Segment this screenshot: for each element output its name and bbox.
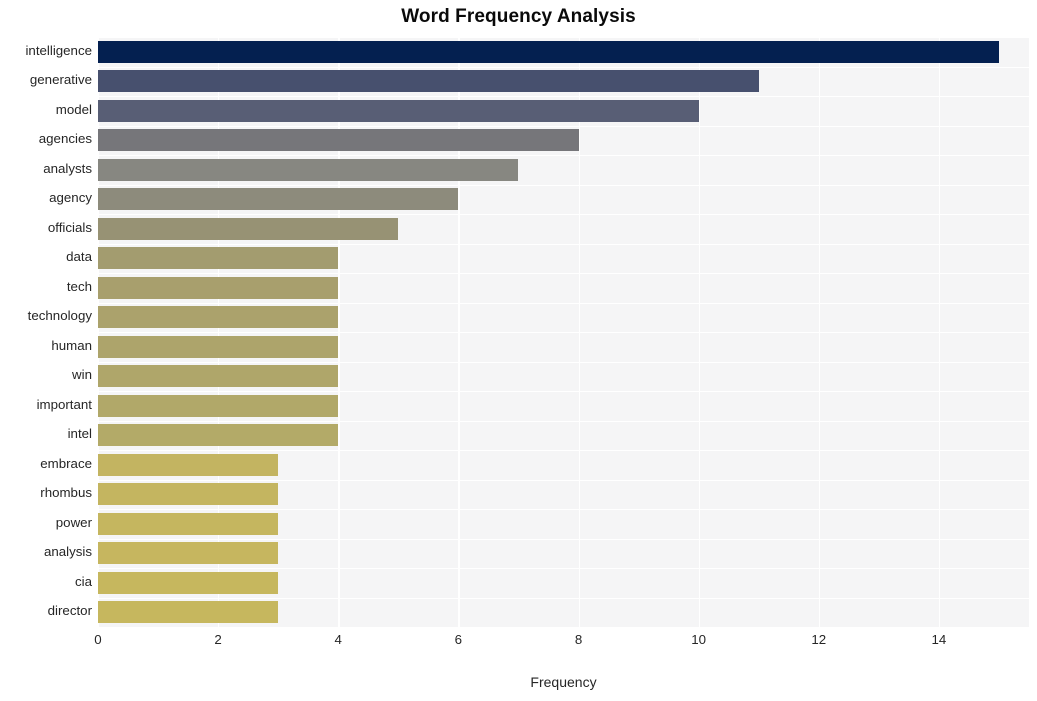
y-tick-label: tech	[66, 278, 92, 294]
bar	[98, 453, 279, 476]
bar	[98, 306, 339, 329]
x-tick-label: 0	[94, 632, 102, 647]
bar	[98, 571, 279, 594]
gridline-horizontal	[98, 66, 1029, 68]
x-axis-label: Frequency	[530, 674, 597, 690]
plot-area	[98, 37, 1029, 627]
y-tick-label: officials	[47, 219, 92, 235]
y-tick-label: rhombus	[40, 485, 92, 501]
bar	[98, 188, 459, 211]
y-tick-label: agency	[49, 190, 92, 206]
y-axis-tick-labels: intelligence generative model agencies analy…	[0, 37, 92, 627]
y-tick-label: data	[66, 249, 92, 265]
bar	[98, 394, 339, 417]
gridline-horizontal	[98, 568, 1029, 570]
bar	[98, 276, 339, 299]
y-tick-label: analysts	[43, 160, 92, 176]
gridline-horizontal	[98, 479, 1029, 481]
bar	[98, 40, 999, 63]
x-tick-label: 14	[931, 632, 947, 647]
bar	[98, 542, 279, 565]
x-axis-tick-labels: 0 2 4 6 8 10 12 14	[94, 627, 1029, 657]
y-tick-label: intel	[67, 426, 92, 442]
y-tick-label: embrace	[40, 455, 92, 471]
gridline-horizontal	[98, 597, 1029, 599]
gridline-horizontal	[98, 332, 1029, 334]
gridline-horizontal	[98, 243, 1029, 245]
y-tick-label: power	[55, 514, 92, 530]
gridline-horizontal	[98, 361, 1029, 363]
gridline-horizontal	[98, 214, 1029, 216]
y-tick-label: agencies	[38, 131, 92, 147]
gridline-horizontal	[98, 509, 1029, 511]
y-tick-label: model	[55, 101, 92, 117]
bar	[98, 601, 279, 624]
y-tick-label: generative	[29, 72, 92, 88]
gridline-horizontal	[98, 538, 1029, 540]
gridline-horizontal	[98, 37, 1029, 39]
y-tick-label: analysis	[43, 544, 92, 560]
gridline-horizontal	[98, 96, 1029, 98]
x-tick-label: 8	[574, 632, 583, 647]
gridline-horizontal	[98, 155, 1029, 157]
bar	[98, 70, 759, 93]
gridline-horizontal	[98, 391, 1029, 393]
x-tick-label: 4	[334, 632, 342, 647]
page-title: Word Frequency Analysis	[401, 6, 636, 27]
bar	[98, 129, 579, 152]
y-tick-label: important	[36, 396, 92, 412]
gridline-horizontal	[98, 273, 1029, 275]
bar	[98, 483, 279, 506]
chart-figure: Word Frequency Analysis intelligence gene…	[0, 0, 1037, 701]
bar	[98, 512, 279, 535]
bar	[98, 424, 339, 447]
y-tick-label: technology	[27, 308, 92, 324]
bar	[98, 335, 339, 358]
bar	[98, 247, 339, 270]
gridline-horizontal	[98, 125, 1029, 127]
gridline-horizontal	[98, 420, 1029, 422]
x-tick-label: 12	[811, 632, 827, 647]
x-tick-label: 10	[691, 632, 707, 647]
y-tick-label: win	[72, 367, 92, 383]
bar	[98, 158, 519, 181]
x-tick-label: 2	[214, 632, 222, 647]
bar	[98, 99, 699, 122]
y-tick-label: cia	[75, 573, 92, 589]
y-tick-label: director	[47, 603, 92, 619]
bar	[98, 365, 339, 388]
gridline-horizontal	[98, 450, 1029, 452]
x-tick-label: 6	[454, 632, 463, 647]
gridline-horizontal	[98, 302, 1029, 304]
bar	[98, 217, 399, 240]
y-tick-label: intelligence	[25, 42, 92, 58]
y-tick-label: human	[51, 337, 92, 353]
gridline-horizontal	[98, 184, 1029, 186]
